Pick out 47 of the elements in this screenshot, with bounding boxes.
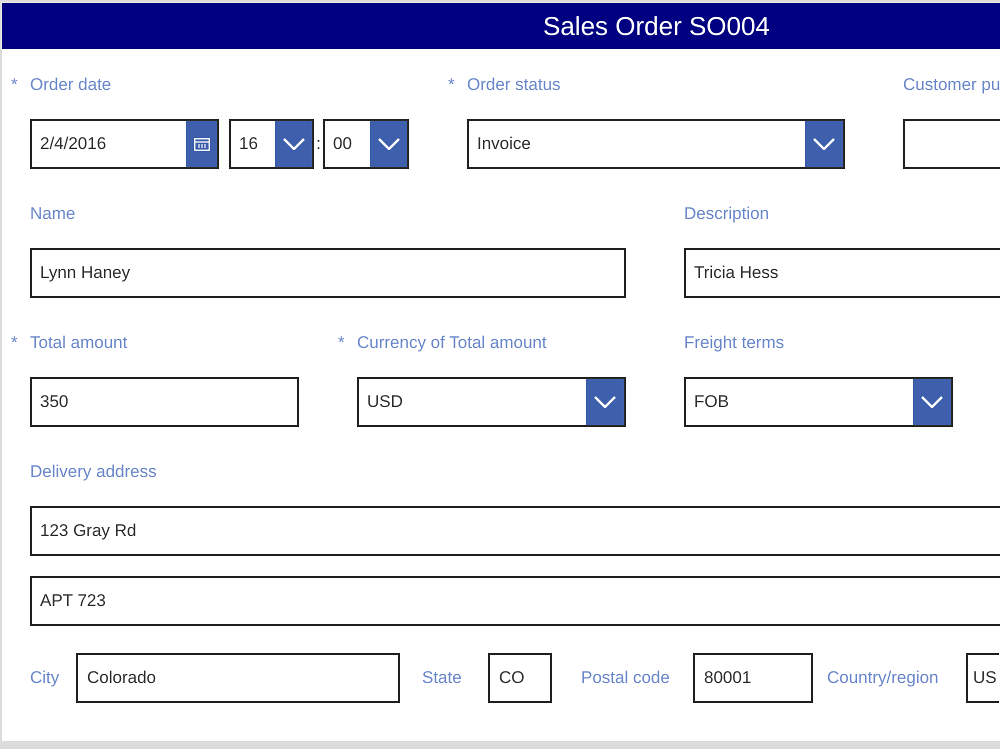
required-asterisk: * xyxy=(448,74,456,96)
field-label: Freight terms xyxy=(684,332,784,354)
required-asterisk: * xyxy=(11,74,19,96)
date-field[interactable]: 2/4/2016 xyxy=(30,119,219,169)
field-label: Name xyxy=(30,203,76,225)
dropdown[interactable]: 16 xyxy=(229,119,314,169)
calendar-icon xyxy=(194,138,210,150)
chevron-down-icon xyxy=(378,138,400,150)
field-label: Postal code xyxy=(581,667,670,689)
field-label: State xyxy=(422,667,462,689)
text-field[interactable]: US xyxy=(966,653,999,703)
required-asterisk: * xyxy=(11,332,19,354)
dropdown[interactable]: USD xyxy=(357,377,626,427)
dropdown[interactable]: FOB xyxy=(684,377,953,427)
form-title: Sales Order SO004 xyxy=(543,10,770,42)
dropdown-button[interactable] xyxy=(275,121,312,167)
chevron-down-icon xyxy=(921,396,943,408)
field-label: Order status xyxy=(467,74,561,96)
field-label: Customer pu xyxy=(903,74,1000,96)
text-field[interactable]: APT 723 xyxy=(30,576,1000,626)
field-label: Total amount xyxy=(30,332,128,354)
text-field[interactable]: 123 Gray Rd xyxy=(30,506,1000,556)
text-field[interactable]: CO xyxy=(488,653,552,703)
dropdown-button[interactable] xyxy=(370,121,407,167)
chevron-down-icon xyxy=(282,138,304,150)
time-separator: : xyxy=(315,133,322,156)
text-field[interactable] xyxy=(903,119,1000,169)
dropdown[interactable]: Invoice xyxy=(467,119,845,169)
dropdown-button[interactable] xyxy=(586,379,624,425)
chevron-down-icon xyxy=(594,396,616,408)
field-label: Delivery address xyxy=(30,461,157,483)
text-field[interactable]: Tricia Hess xyxy=(684,248,1000,298)
dropdown[interactable]: 00 xyxy=(323,119,409,169)
text-field[interactable]: Lynn Haney xyxy=(30,248,626,298)
text-field[interactable]: Colorado xyxy=(76,653,400,703)
field-label: Currency of Total amount xyxy=(357,332,547,354)
field-label: Country/region xyxy=(827,667,939,689)
required-asterisk: * xyxy=(338,332,346,354)
field-label: Description xyxy=(684,203,770,225)
dropdown-button[interactable] xyxy=(805,121,843,167)
text-field[interactable]: 80001 xyxy=(693,653,813,703)
dropdown-button[interactable] xyxy=(913,379,951,425)
calendar-button[interactable] xyxy=(186,121,217,167)
field-label: Order date xyxy=(30,74,112,96)
chevron-down-icon xyxy=(813,138,835,150)
text-field[interactable]: 350 xyxy=(30,377,299,427)
field-label: City xyxy=(30,667,60,689)
